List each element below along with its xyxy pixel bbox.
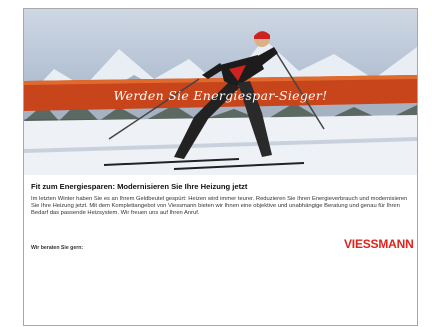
hero-photo: Werden Sie Energiespar-Sieger!	[24, 9, 417, 175]
headline: Fit zum Energiesparen: Modernisieren Sie…	[31, 182, 248, 191]
body-text: Im letzten Winter haben Sie es an Ihrem …	[31, 196, 408, 217]
skier-cap	[254, 31, 270, 39]
contact-label: Wir beraten Sie gern:	[31, 245, 84, 251]
banner-slogan: Werden Sie Energiespar-Sieger!	[113, 88, 328, 103]
skier-arm	[202, 63, 224, 79]
advertisement: Werden Sie Energiespar-Sieger! Fit zum E…	[23, 8, 418, 326]
viessmann-logo: VIESSMANN	[344, 237, 414, 251]
